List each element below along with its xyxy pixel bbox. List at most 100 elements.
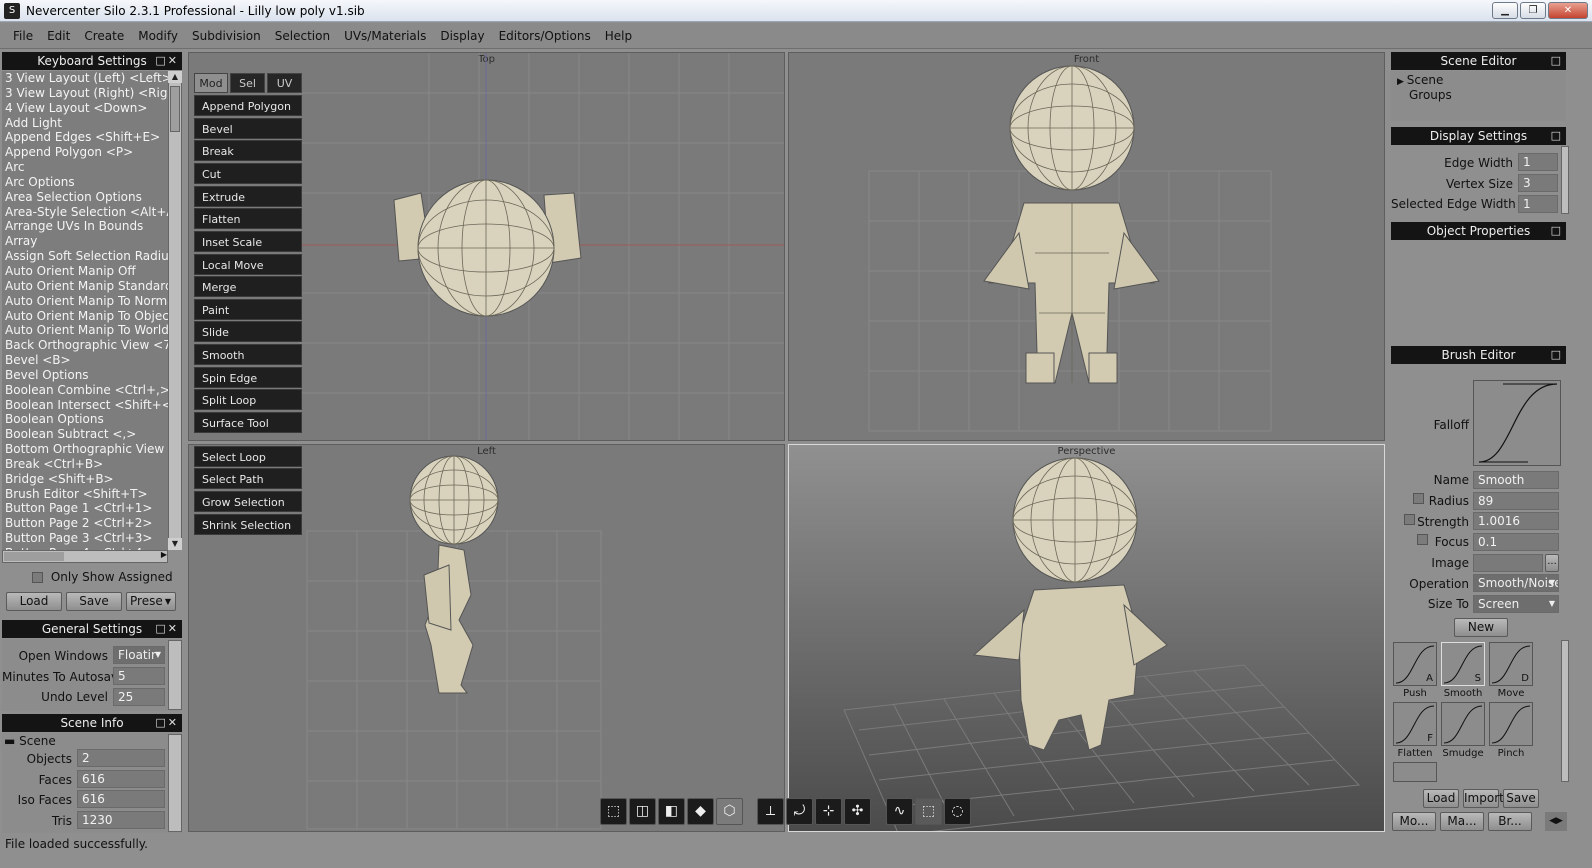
keyboard-shortcut-item[interactable]: Area Selection Options [2,190,168,205]
tool-extrude[interactable]: Extrude [194,186,302,207]
keyboard-shortcut-item[interactable]: Button Page 3 <Ctrl+3> [2,531,168,546]
rect-select-icon[interactable]: ⬚ [915,798,942,825]
kb-save-button[interactable]: Save [66,592,122,611]
keyboard-shortcut-item[interactable]: Boolean Intersect <Shift+<> [2,398,168,413]
tab-uv[interactable]: UV [267,73,302,93]
scrollbar-thumb[interactable] [170,86,180,132]
keyboard-shortcut-item[interactable]: Auto Orient Manip Standard [2,279,168,294]
image-browse-button[interactable]: ... [1545,554,1559,572]
lasso-select-icon[interactable]: ∿ [886,798,913,825]
menu-modify[interactable]: Modify [131,29,185,43]
tool-cut[interactable]: Cut [194,163,302,184]
scroll-up-icon[interactable]: ▲ [168,71,182,83]
groups-tree-item[interactable]: Groups [1409,88,1452,102]
keyboard-shortcut-item[interactable]: Auto Orient Manip Off [2,264,168,279]
brush-pinch-tile[interactable] [1489,702,1533,746]
keyboard-shortcut-item[interactable]: Boolean Subtract <,> [2,427,168,442]
universal-manipulator-icon[interactable]: ✣ [844,798,871,825]
keyboard-list-scrollbar[interactable]: ▲ ▼ [168,71,182,550]
new-brush-button[interactable]: New [1454,618,1508,637]
menu-help[interactable]: Help [598,29,639,43]
tool-slide[interactable]: Slide [194,321,302,342]
keyboard-shortcut-item[interactable]: Arc [2,160,168,175]
only-show-assigned-row[interactable]: Only Show Assigned [32,570,182,584]
keyboard-shortcut-item[interactable]: Array [2,234,168,249]
keyboard-shortcut-item[interactable]: Back Orthographic View <7> [2,338,168,353]
keyboard-shortcut-item[interactable]: Auto Orient Manip To Object [2,309,168,324]
panel-dock-icon[interactable]: □ [1551,52,1563,70]
autosave-field[interactable]: 5 [113,667,165,685]
keyboard-shortcut-item[interactable]: Bottom Orthographic View <: [2,442,168,457]
edge-mode-icon[interactable]: ◫ [629,798,656,825]
tool-inset-scale[interactable]: Inset Scale [194,231,302,252]
keyboard-shortcut-item[interactable]: 3 View Layout (Right) <Right> [2,86,168,101]
tab-scroll-arrows-icon[interactable]: ◀▶ [1545,812,1567,831]
tool-smooth[interactable]: Smooth [194,344,302,365]
image-field[interactable] [1473,554,1543,572]
tool-shrink-selection[interactable]: Shrink Selection [194,514,302,535]
keyboard-shortcut-item[interactable]: Button Page 1 <Ctrl+1> [2,501,168,516]
display-settings-scrollbar[interactable] [1561,146,1569,214]
menu-selection[interactable]: Selection [268,29,337,43]
menu-display[interactable]: Display [433,29,491,43]
focus-field[interactable]: 0.1 [1473,533,1559,551]
object-mode-icon[interactable]: ◆ [687,798,714,825]
undo-level-field[interactable]: 25 [113,688,165,706]
brush-smudge-tile[interactable] [1441,702,1485,746]
brush-import-button[interactable]: Import [1463,789,1504,808]
panel-dock-close-icon[interactable]: □✕ [155,714,179,732]
scroll-down-icon[interactable]: ▼ [168,538,182,550]
keyboard-list-hscrollbar[interactable]: ▶ [2,550,168,563]
face-mode-icon[interactable]: ◧ [658,798,685,825]
tool-select-loop[interactable]: Select Loop [194,446,302,467]
keyboard-shortcut-item[interactable]: Auto Orient Manip To Normal [2,294,168,309]
brush-more-tile[interactable] [1393,762,1437,782]
panel-dock-close-icon[interactable]: □✕ [155,52,179,70]
tab-materials[interactable]: Ma... [1440,812,1484,831]
menu-create[interactable]: Create [77,29,131,43]
paint-select-icon[interactable]: ◌ [944,798,971,825]
keyboard-shortcut-item[interactable]: Arc Options [2,175,168,190]
tool-grow-selection[interactable]: Grow Selection [194,491,302,512]
tool-surface-tool[interactable]: Surface Tool [194,412,302,433]
selected-edge-width-field[interactable]: 1 [1518,195,1558,213]
tab-sel[interactable]: Sel [230,73,265,93]
scroll-right-icon[interactable]: ▶ [161,550,167,559]
tool-local-move[interactable]: Local Move [194,254,302,275]
menu-file[interactable]: File [6,29,40,43]
panel-dock-icon[interactable]: □ [1551,346,1563,364]
keyboard-shortcut-item[interactable]: Add Light [2,116,168,131]
brush-push-tile[interactable]: A [1393,642,1437,686]
edge-width-field[interactable]: 1 [1518,153,1558,171]
size-to-dropdown[interactable]: Screen ▼ [1473,595,1559,613]
keyboard-shortcut-item[interactable]: Assign Soft Selection Radius [2,249,168,264]
menu-uvs-materials[interactable]: UVs/Materials [337,29,433,43]
tool-split-loop[interactable]: Split Loop [194,389,302,410]
keyboard-shortcut-item[interactable]: Bridge <Shift+B> [2,472,168,487]
minimize-button[interactable]: ▁ [1492,2,1518,19]
keyboard-shortcut-item[interactable]: Area-Style Selection <Alt+A> [2,205,168,220]
vertex-size-field[interactable]: 3 [1518,174,1558,192]
scene-info-scrollbar[interactable] [168,734,182,832]
move-manipulator-icon[interactable]: ⟂ [757,798,784,825]
strength-field[interactable]: 1.0016 [1473,512,1559,530]
brush-save-button[interactable]: Save [1503,789,1539,808]
scene-info-group[interactable]: ▬ Scene [4,734,56,748]
tab-modeling[interactable]: Mo... [1392,812,1436,831]
keyboard-shortcut-item[interactable]: Brush Editor <Shift+T> [2,487,168,502]
operation-dropdown[interactable]: Smooth/Noise ▼ [1473,574,1559,592]
keyboard-shortcut-item[interactable]: Append Edges <Shift+E> [2,130,168,145]
keyboard-shortcut-item[interactable]: Bevel <B> [2,353,168,368]
keyboard-shortcut-list[interactable]: 3 View Layout (Left) <Left> 3 View Layout… [2,71,168,550]
tool-break[interactable]: Break [194,140,302,161]
vertex-mode-icon[interactable]: ⬚ [600,798,627,825]
hscrollbar-thumb[interactable] [4,552,64,561]
general-settings-scrollbar[interactable] [168,640,182,710]
kb-preset-dropdown[interactable]: Prese ▼ [126,592,176,611]
scale-manipulator-icon[interactable]: ⊹ [815,798,842,825]
brush-tiles-scrollbar[interactable] [1561,640,1569,782]
panel-dock-icon[interactable]: □ [1551,222,1563,240]
falloff-curve-graph[interactable] [1473,380,1561,466]
tab-brushes[interactable]: Br... [1488,812,1532,831]
viewport-front[interactable]: Front [788,52,1385,441]
